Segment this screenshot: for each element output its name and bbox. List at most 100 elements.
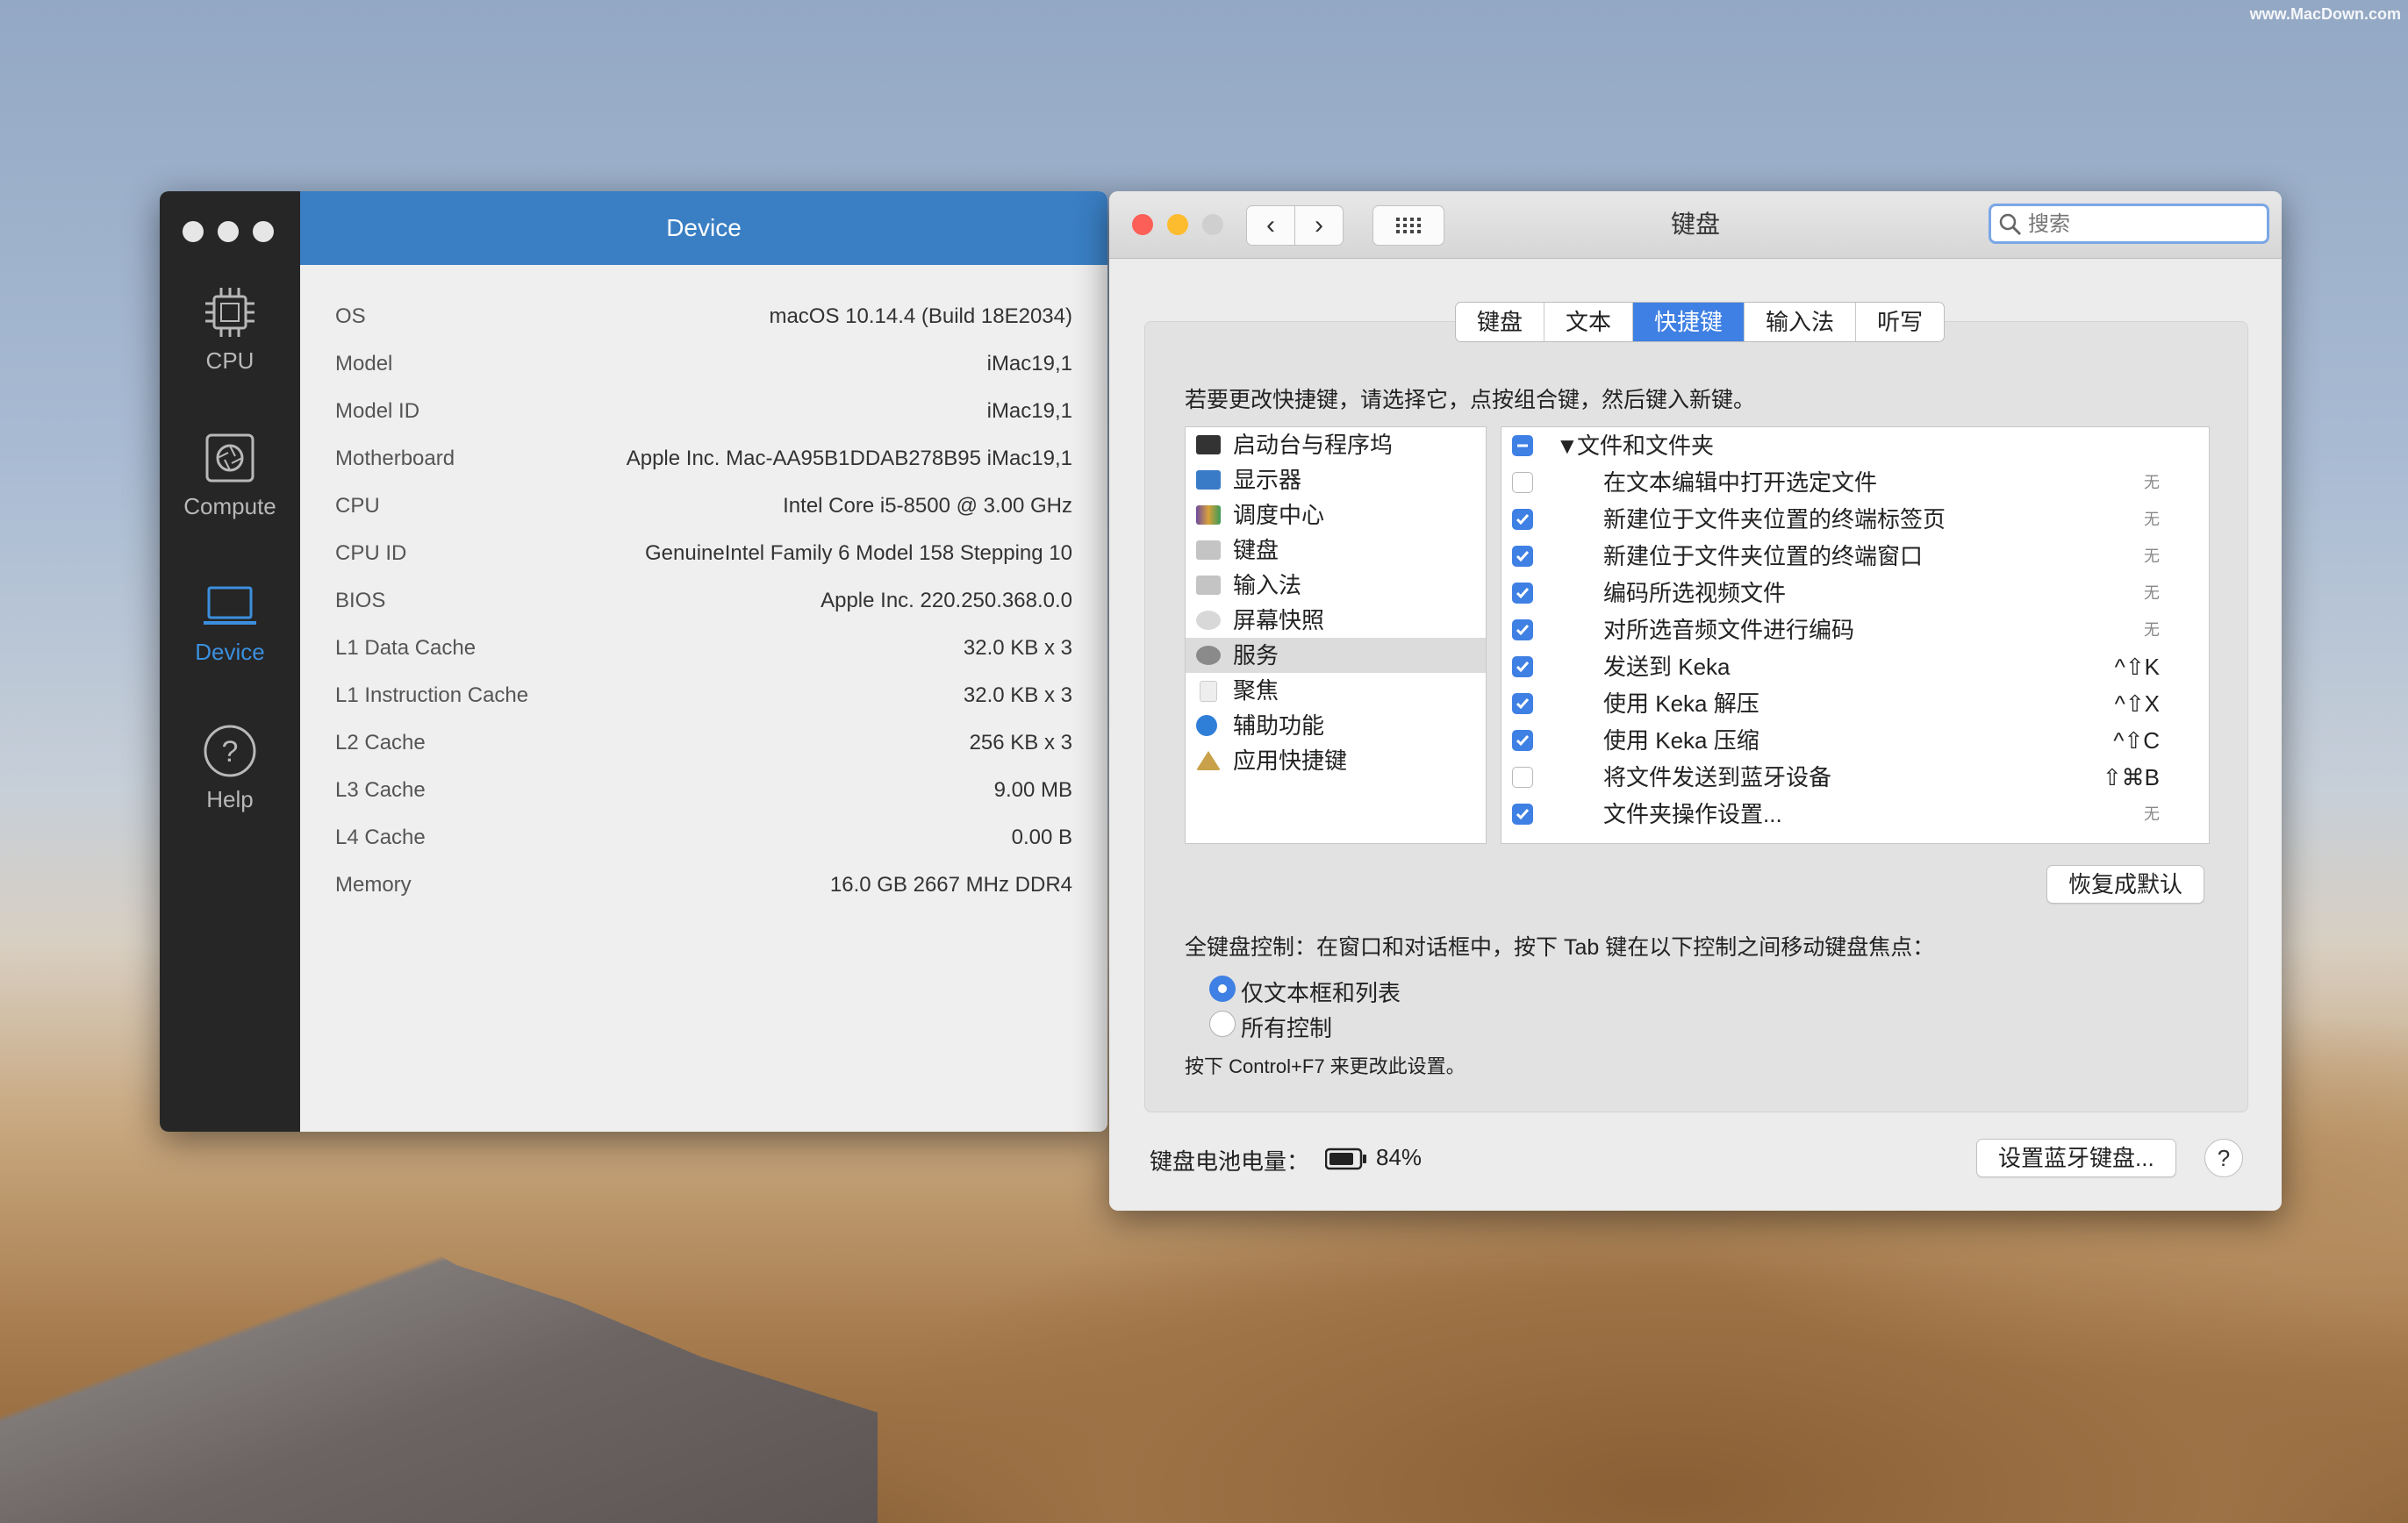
radio-all-controls[interactable] xyxy=(1209,1011,1236,1037)
tab-text[interactable]: 文本 xyxy=(1544,303,1632,341)
category-services[interactable]: 服务 xyxy=(1186,638,1486,673)
info-value: 256 KB x 3 xyxy=(969,731,1072,754)
category-app-shortcuts[interactable]: 应用快捷键 xyxy=(1186,743,1486,778)
nav-item-help[interactable]: ? Help xyxy=(160,723,300,813)
list-item[interactable]: 使用 Keka 解压 ^⇧X xyxy=(1501,685,2209,722)
window-controls xyxy=(183,221,274,242)
shortcut-value[interactable]: ⇧⌘B xyxy=(2103,759,2160,796)
setup-bluetooth-keyboard-button[interactable]: 设置蓝牙键盘... xyxy=(1976,1139,2176,1177)
info-value: 32.0 KB x 3 xyxy=(963,636,1072,660)
launchpad-icon xyxy=(1196,435,1221,454)
info-key: CPU xyxy=(335,494,380,518)
instruction-text: 若要更改快捷键，请选择它，点按组合键，然后键入新键。 xyxy=(1185,388,1756,412)
page-title: Device xyxy=(300,191,1107,265)
category-displays[interactable]: 显示器 xyxy=(1186,462,1486,497)
nav-label-device: Device xyxy=(195,639,265,665)
category-label: 聚焦 xyxy=(1233,677,1279,704)
info-row: L1 Instruction Cache 32.0 KB x 3 xyxy=(300,672,1107,719)
list-item[interactable]: 编码所选视频文件 无 xyxy=(1501,575,2209,611)
group-checkbox[interactable] xyxy=(1512,435,1533,456)
restore-defaults-button[interactable]: 恢复成默认 xyxy=(2046,865,2205,904)
service-checkbox[interactable] xyxy=(1512,619,1533,640)
category-label: 屏幕快照 xyxy=(1233,607,1325,633)
radio-text-boxes-lists[interactable] xyxy=(1209,976,1236,1002)
battery-label: 键盘电池电量： xyxy=(1150,1148,1310,1175)
group-label: 文件和文件夹 xyxy=(1577,433,1715,459)
shortcut-value[interactable]: ^⇧K xyxy=(2115,648,2160,685)
nav-item-device[interactable]: Device xyxy=(160,583,300,666)
nav-item-cpu[interactable]: CPU xyxy=(160,284,300,375)
list-item[interactable]: 对所选音频文件进行编码 无 xyxy=(1501,611,2209,648)
service-checkbox[interactable] xyxy=(1512,546,1533,567)
list-item[interactable]: 在文本编辑中打开选定文件 无 xyxy=(1501,464,2209,501)
search-field[interactable] xyxy=(1989,204,2269,244)
device-info-list: OS macOS 10.14.4 (Build 18E2034) Model iMa… xyxy=(300,265,1107,1132)
service-label: 在文本编辑中打开选定文件 xyxy=(1603,469,1878,496)
info-key: L2 Cache xyxy=(335,731,426,754)
input-source-icon xyxy=(1196,576,1221,595)
close-button[interactable] xyxy=(183,221,204,242)
tab-keyboard[interactable]: 键盘 xyxy=(1456,303,1544,341)
search-input[interactable] xyxy=(2026,211,2258,238)
gear-icon xyxy=(1196,646,1221,665)
radio-label: 所有控制 xyxy=(1241,1015,1333,1041)
category-screenshots[interactable]: 屏幕快照 xyxy=(1186,603,1486,638)
battery-percent: 84% xyxy=(1376,1144,1423,1170)
service-checkbox[interactable] xyxy=(1512,583,1533,604)
tab-bar: 键盘 文本 快捷键 输入法 听写 xyxy=(1455,302,1946,342)
list-item[interactable]: 新建位于文件夹位置的终端窗口 无 xyxy=(1501,538,2209,575)
full-keyboard-access-text: 全键盘控制：在窗口和对话框中，按下 Tab 键在以下控制之间移动键盘焦点： xyxy=(1185,935,1935,960)
service-checkbox[interactable] xyxy=(1512,693,1533,714)
service-checkbox[interactable] xyxy=(1512,509,1533,530)
category-launchpad[interactable]: 启动台与程序坞 xyxy=(1186,427,1486,462)
info-value: GenuineIntel Family 6 Model 158 Stepping… xyxy=(645,541,1072,565)
tab-dictation[interactable]: 听写 xyxy=(1855,303,1944,341)
shortcut-value[interactable]: 无 xyxy=(2144,575,2160,611)
list-item[interactable]: 使用 Keka 压缩 ^⇧C xyxy=(1501,722,2209,759)
category-mission-control[interactable]: 调度中心 xyxy=(1186,497,1486,533)
zoom-button[interactable] xyxy=(253,221,274,242)
category-spotlight[interactable]: 聚焦 xyxy=(1186,673,1486,708)
service-checkbox[interactable] xyxy=(1512,804,1533,825)
list-item[interactable]: 将文件发送到蓝牙设备 ⇧⌘B xyxy=(1501,759,2209,796)
info-row: Motherboard Apple Inc. Mac-AA95B1DDAB278B… xyxy=(300,435,1107,483)
tab-input-sources[interactable]: 输入法 xyxy=(1744,303,1855,341)
info-value: macOS 10.14.4 (Build 18E2034) xyxy=(769,304,1072,328)
help-button[interactable]: ? xyxy=(2204,1139,2243,1177)
service-checkbox[interactable] xyxy=(1512,472,1533,493)
shortcut-value[interactable]: 无 xyxy=(2144,464,2160,501)
shortcut-value[interactable]: 无 xyxy=(2144,501,2160,538)
compute-icon xyxy=(205,433,254,483)
list-item[interactable]: 新建位于文件夹位置的终端标签页 无 xyxy=(1501,501,2209,538)
shortcut-value[interactable]: ^⇧C xyxy=(2113,722,2160,759)
shortcut-value[interactable]: 无 xyxy=(2144,611,2160,648)
category-input-sources[interactable]: 输入法 xyxy=(1186,568,1486,603)
radio-label: 仅文本框和列表 xyxy=(1241,980,1401,1006)
shortcut-value[interactable]: ^⇧X xyxy=(2115,685,2160,722)
list-group-header[interactable]: ▼ 文件和文件夹 xyxy=(1501,427,2209,464)
list-item[interactable]: 文件夹操作设置... 无 xyxy=(1501,796,2209,833)
service-label: 文件夹操作设置... xyxy=(1603,801,1782,827)
category-label: 显示器 xyxy=(1233,467,1302,493)
service-checkbox[interactable] xyxy=(1512,767,1533,788)
info-row: L1 Data Cache 32.0 KB x 3 xyxy=(300,625,1107,672)
disclosure-triangle-icon[interactable]: ▼ xyxy=(1556,427,1579,464)
category-label: 辅助功能 xyxy=(1233,712,1325,739)
shortcut-value[interactable]: 无 xyxy=(2144,796,2160,833)
shortcut-value[interactable]: 无 xyxy=(2144,538,2160,575)
category-accessibility[interactable]: 辅助功能 xyxy=(1186,708,1486,743)
svg-text:?: ? xyxy=(222,735,239,769)
accessibility-icon xyxy=(1196,715,1217,736)
info-row: Model ID iMac19,1 xyxy=(300,388,1107,435)
minimize-button[interactable] xyxy=(218,221,239,242)
display-icon xyxy=(1196,470,1221,490)
service-checkbox[interactable] xyxy=(1512,656,1533,677)
info-row: L4 Cache 0.00 B xyxy=(300,814,1107,862)
nav-label-help: Help xyxy=(206,786,254,812)
list-item[interactable]: 发送到 Keka ^⇧K xyxy=(1501,648,2209,685)
service-checkbox[interactable] xyxy=(1512,730,1533,751)
nav-item-compute[interactable]: Compute xyxy=(160,430,300,520)
tab-shortcuts[interactable]: 快捷键 xyxy=(1632,303,1745,341)
category-keyboard[interactable]: 键盘 xyxy=(1186,533,1486,568)
info-row: L3 Cache 9.00 MB xyxy=(300,767,1107,814)
